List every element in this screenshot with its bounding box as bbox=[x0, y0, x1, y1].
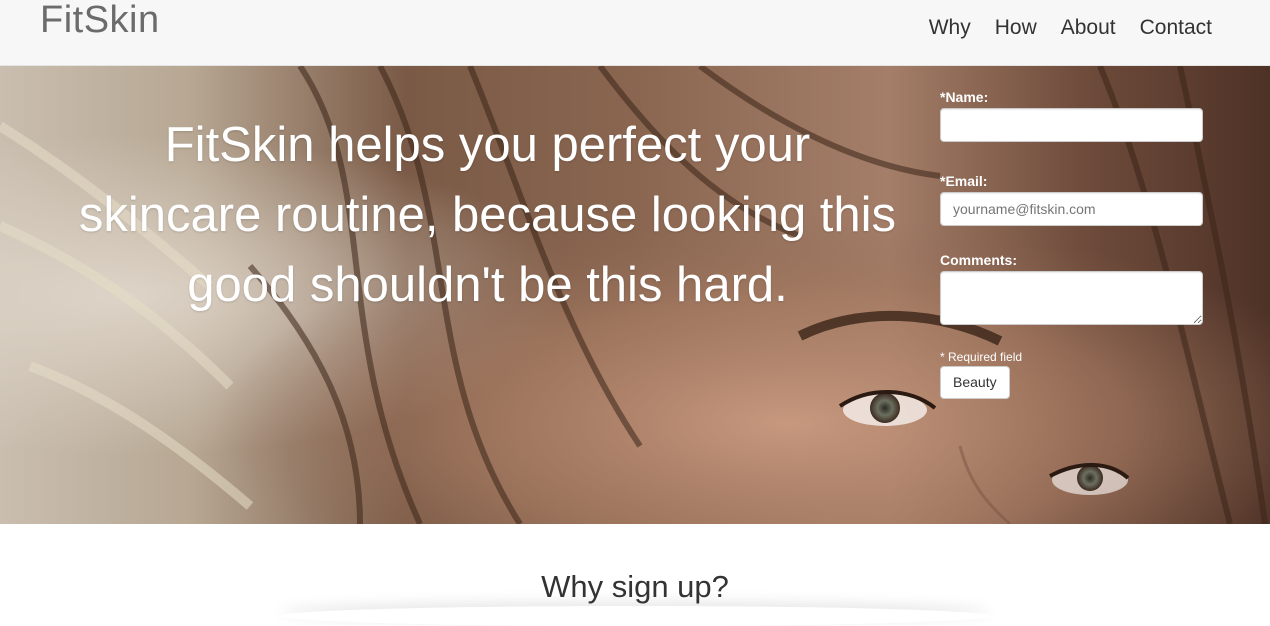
email-field[interactable] bbox=[940, 192, 1203, 226]
nav-link-how[interactable]: How bbox=[995, 16, 1037, 40]
name-label: *Name: bbox=[940, 89, 989, 105]
comments-label: Comments: bbox=[940, 252, 1018, 268]
nav-link-about[interactable]: About bbox=[1061, 16, 1116, 40]
brand-logo[interactable]: FitSkin bbox=[40, 0, 160, 42]
nav-links: Why How About Contact bbox=[929, 16, 1212, 40]
card-top-edge bbox=[280, 606, 990, 626]
comments-field[interactable] bbox=[940, 271, 1203, 325]
beauty-submit-button[interactable]: Beauty bbox=[940, 366, 1010, 399]
section-title: Why sign up? bbox=[541, 569, 729, 604]
email-label: *Email: bbox=[940, 173, 988, 189]
name-field[interactable] bbox=[940, 108, 1203, 142]
nav-link-contact[interactable]: Contact bbox=[1140, 16, 1212, 40]
hero-headline: FitSkin helps you perfect your skincare … bbox=[78, 118, 897, 312]
signup-form: *Name: *Email: Comments: * Required fiel… bbox=[940, 88, 1203, 399]
required-field-note: * Required field bbox=[940, 350, 1023, 364]
nav-link-why[interactable]: Why bbox=[929, 16, 971, 40]
hero-section: FitSkin helps you perfect your skincare … bbox=[0, 66, 1270, 524]
navbar: FitSkin Why How About Contact bbox=[0, 0, 1270, 66]
